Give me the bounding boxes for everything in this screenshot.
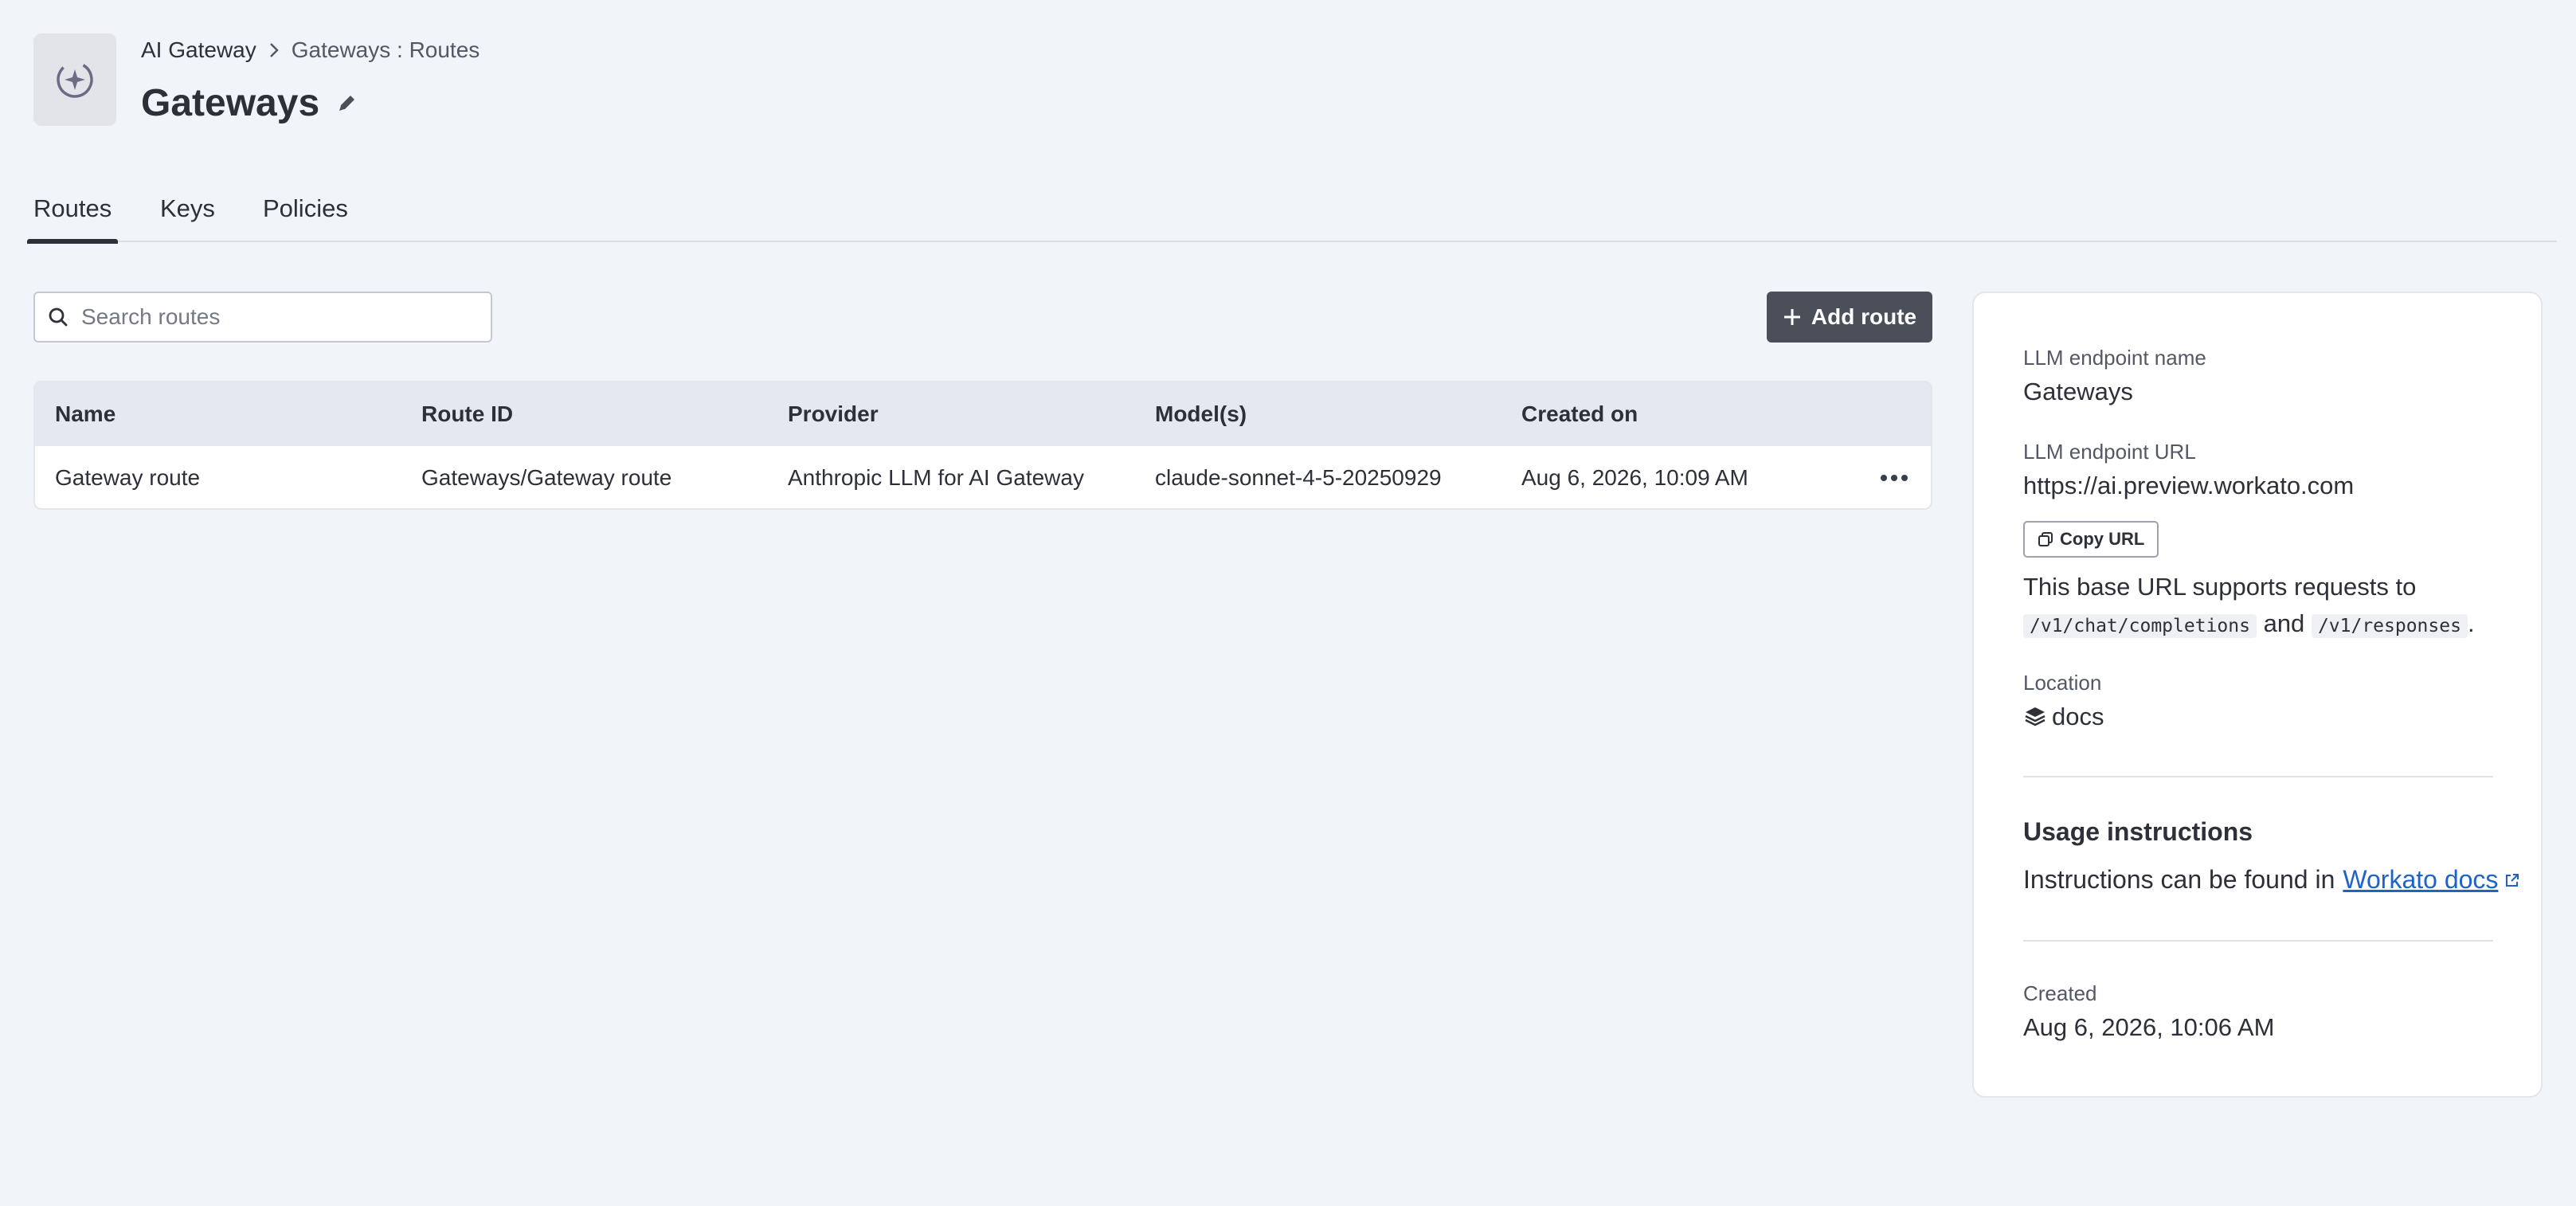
search-box <box>33 292 492 343</box>
divider <box>2023 776 2493 777</box>
ai-sparkle-icon <box>57 61 93 98</box>
external-link-icon <box>2504 872 2520 888</box>
breadcrumb: AI Gateway Gateways : Routes <box>141 35 480 65</box>
divider <box>2023 940 2493 942</box>
search-routes-input[interactable] <box>81 304 464 330</box>
desc-suffix: . <box>2467 609 2475 637</box>
endpoint-name-label: LLM endpoint name <box>2023 346 2206 370</box>
created-value: Aug 6, 2026, 10:06 AM <box>2023 1013 2275 1041</box>
cell-created-on: Aug 6, 2026, 10:09 AM <box>1521 465 1748 490</box>
row-actions-button[interactable] <box>1875 462 1913 494</box>
routes-table: Name Route ID Provider Model(s) Created … <box>33 381 1932 510</box>
endpoint-description: This base URL supports requests to /v1/c… <box>2023 569 2517 644</box>
tab-policies-label: Policies <box>263 194 348 222</box>
usage-instructions-text: Instructions can be found in Workato doc… <box>2023 865 2520 895</box>
table-header: Name Route ID Provider Model(s) Created … <box>35 382 1931 446</box>
column-header-name[interactable]: Name <box>55 401 115 427</box>
ai-gateway-app-icon <box>33 33 116 126</box>
gateway-details-panel: LLM endpoint name Gateways LLM endpoint … <box>1972 292 2543 1098</box>
pencil-icon <box>339 96 355 111</box>
desc-and: and <box>2263 609 2305 637</box>
cell-provider: Anthropic LLM for AI Gateway <box>788 465 1084 490</box>
column-header-models[interactable]: Model(s) <box>1155 401 1247 427</box>
usage-instructions-title: Usage instructions <box>2023 817 2253 846</box>
column-header-provider[interactable]: Provider <box>788 401 879 427</box>
add-route-button[interactable]: Add route <box>1767 292 1932 343</box>
active-tab-indicator <box>27 239 119 244</box>
cell-route-id: Gateways/Gateway route <box>421 465 672 490</box>
location-label: Location <box>2023 671 2102 695</box>
copy-url-button[interactable]: Copy URL <box>2023 521 2159 558</box>
edit-title-button[interactable] <box>337 92 358 113</box>
endpoint-url-label: LLM endpoint URL <box>2023 440 2196 464</box>
cell-models: claude-sonnet-4-5-20250929 <box>1155 465 1442 490</box>
cell-name: Gateway route <box>55 465 201 490</box>
page-title: Gateways <box>141 81 320 124</box>
more-horizontal-icon <box>1881 475 1908 481</box>
page-title-row: Gateways <box>141 76 358 129</box>
table-row[interactable]: Gateway route Gateways/Gateway route Ant… <box>35 446 1931 508</box>
stack-icon <box>2023 705 2047 729</box>
endpoint-name-value: Gateways <box>2023 378 2133 405</box>
tab-keys-label: Keys <box>160 194 215 222</box>
chevron-right-icon <box>268 41 280 59</box>
location-value: docs <box>2023 703 2104 731</box>
add-route-label: Add route <box>1811 304 1917 329</box>
endpoint-url-value: https://ai.preview.workato.com <box>2023 472 2355 499</box>
path-chat-completions: /v1/chat/completions <box>2023 614 2257 638</box>
column-header-route-id[interactable]: Route ID <box>421 401 513 427</box>
path-responses: /v1/responses <box>2311 614 2468 638</box>
tab-keys[interactable]: Keys <box>154 194 221 242</box>
created-label: Created <box>2023 981 2097 1005</box>
column-header-created-on[interactable]: Created on <box>1521 401 1638 427</box>
page: AI Gateway Gateways : Routes Gateways Ro… <box>0 0 2576 1206</box>
location-text[interactable]: docs <box>2052 703 2104 731</box>
breadcrumb-ai-gateway-link[interactable]: AI Gateway <box>141 37 256 63</box>
tab-routes[interactable]: Routes <box>27 194 119 244</box>
plus-icon <box>1783 307 1802 327</box>
search-icon <box>49 307 68 327</box>
breadcrumb-current: Gateways : Routes <box>291 37 480 62</box>
workato-docs-link[interactable]: Workato docs <box>2343 865 2498 895</box>
tab-routes-label: Routes <box>33 194 112 222</box>
desc-prefix: This base URL supports requests to <box>2023 573 2417 601</box>
usage-text: Instructions can be found in <box>2023 865 2335 894</box>
tab-policies[interactable]: Policies <box>256 194 354 242</box>
copy-icon <box>2038 531 2053 547</box>
tab-bar: Routes Keys Policies <box>27 183 2557 244</box>
copy-url-label: Copy URL <box>2060 529 2145 549</box>
